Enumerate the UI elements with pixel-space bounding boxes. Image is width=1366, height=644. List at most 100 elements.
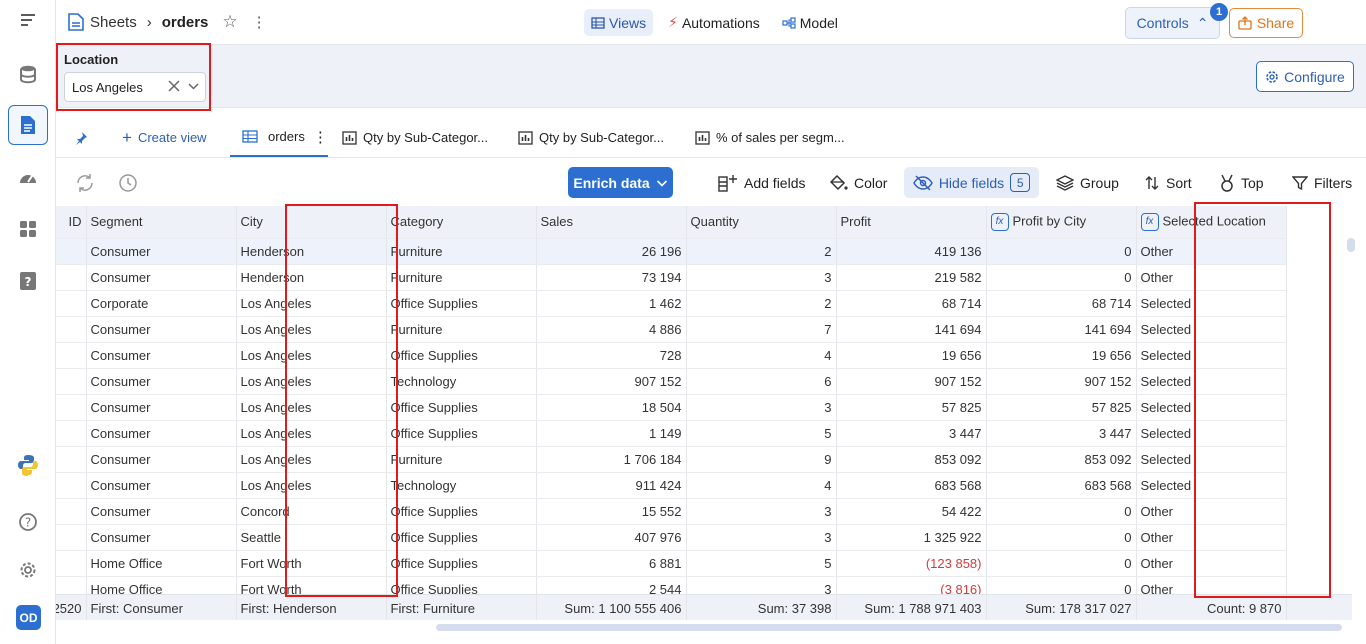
tab-orders[interactable]: orders ⋮	[230, 118, 328, 157]
settings-icon[interactable]	[8, 550, 48, 590]
cell-id[interactable]	[56, 524, 87, 551]
hide-fields-button[interactable]: Hide fields 5	[904, 167, 1039, 198]
cell-selected-location[interactable]: Selected	[1136, 472, 1287, 499]
create-view-button[interactable]: + Create view	[122, 118, 207, 157]
cell-segment[interactable]: Consumer	[86, 342, 237, 369]
cell-sales[interactable]: 907 152	[536, 368, 687, 395]
cell-segment[interactable]: Consumer	[86, 472, 237, 499]
cell-city[interactable]: Los Angeles	[236, 446, 387, 473]
cell-sales[interactable]: 911 424	[536, 472, 687, 499]
cell-profit[interactable]: 683 568	[836, 472, 987, 499]
cell-profit[interactable]: 68 714	[836, 290, 987, 317]
cell-profit-by-city[interactable]: 0	[986, 550, 1137, 577]
cell-segment[interactable]: Consumer	[86, 498, 237, 525]
cell-sales[interactable]: 1 149	[536, 420, 687, 447]
cell-profit-by-city[interactable]: 0	[986, 264, 1137, 291]
color-button[interactable]: Color	[830, 167, 887, 198]
column-header-sales[interactable]: Sales	[536, 206, 687, 239]
cell-id[interactable]	[56, 472, 87, 499]
cell-segment[interactable]: Consumer	[86, 368, 237, 395]
tab-qty-by-sub-category-2[interactable]: Qty by Sub-Categor...	[518, 118, 664, 157]
cell-quantity[interactable]: 2	[686, 238, 837, 265]
pin-icon[interactable]	[74, 118, 88, 157]
footer-segment[interactable]: First: Consumer	[86, 595, 237, 620]
cell-selected-location[interactable]: Selected	[1136, 342, 1287, 369]
cell-profit-by-city[interactable]: 907 152	[986, 368, 1137, 395]
cell-city[interactable]: Fort Worth	[236, 550, 387, 577]
cell-segment[interactable]: Consumer	[86, 394, 237, 421]
cell-profit[interactable]: 57 825	[836, 394, 987, 421]
cell-profit-by-city[interactable]: 3 447	[986, 420, 1137, 447]
cell-category[interactable]: Office Supplies	[386, 550, 537, 577]
column-header-selected-location[interactable]: fx Selected Location	[1136, 206, 1287, 239]
tab-sales-per-segment[interactable]: % of sales per segm...	[695, 118, 845, 157]
database-icon[interactable]	[8, 54, 48, 94]
cell-sales[interactable]: 73 194	[536, 264, 687, 291]
cell-category[interactable]: Furniture	[386, 238, 537, 265]
cell-profit-by-city[interactable]: 0	[986, 238, 1137, 265]
cell-category[interactable]: Office Supplies	[386, 290, 537, 317]
cell-sales[interactable]: 6 881	[536, 550, 687, 577]
cell-id[interactable]	[56, 342, 87, 369]
cell-sales[interactable]: 18 504	[536, 394, 687, 421]
cell-sales[interactable]: 26 196	[536, 238, 687, 265]
cell-id[interactable]	[56, 446, 87, 473]
cell-segment[interactable]: Consumer	[86, 446, 237, 473]
cell-id[interactable]	[56, 498, 87, 525]
cell-city[interactable]: Los Angeles	[236, 472, 387, 499]
cell-segment[interactable]: Consumer	[86, 420, 237, 447]
cell-sales[interactable]: 4 886	[536, 316, 687, 343]
cell-category[interactable]: Technology	[386, 368, 537, 395]
table-row[interactable]: Consumer Los Angeles Office Supplies 728 4 19…	[56, 342, 1287, 369]
cell-selected-location[interactable]: Selected	[1136, 316, 1287, 343]
cell-selected-location[interactable]: Other	[1136, 264, 1287, 291]
footer-category[interactable]: First: Furniture	[386, 595, 537, 620]
cell-profit-by-city[interactable]: 853 092	[986, 446, 1137, 473]
column-header-id[interactable]: ID	[56, 206, 87, 239]
history-icon[interactable]	[118, 167, 138, 198]
cell-profit-by-city[interactable]: 68 714	[986, 290, 1137, 317]
cell-segment[interactable]: Consumer	[86, 316, 237, 343]
cell-city[interactable]: Concord	[236, 498, 387, 525]
cell-profit[interactable]: 1 325 922	[836, 524, 987, 551]
cell-sales[interactable]: 1 706 184	[536, 446, 687, 473]
cell-profit[interactable]: 19 656	[836, 342, 987, 369]
cell-category[interactable]: Office Supplies	[386, 498, 537, 525]
cell-city[interactable]: Henderson	[236, 264, 387, 291]
cell-quantity[interactable]: 7	[686, 316, 837, 343]
help-circle-icon[interactable]: ?	[8, 502, 48, 542]
cell-selected-location[interactable]: Selected	[1136, 446, 1287, 473]
cell-segment[interactable]: Corporate	[86, 290, 237, 317]
cell-profit-by-city[interactable]: 0	[986, 498, 1137, 525]
cell-quantity[interactable]: 9	[686, 446, 837, 473]
dashboard-icon[interactable]	[8, 157, 48, 197]
cell-selected-location[interactable]: Selected	[1136, 368, 1287, 395]
table-row[interactable]: Consumer Los Angeles Furniture 4 886 7 141 69…	[56, 316, 1287, 343]
cell-city[interactable]: Los Angeles	[236, 368, 387, 395]
cell-city[interactable]: Seattle	[236, 524, 387, 551]
table-row[interactable]: Home Office Fort Worth Office Supplies 6 88…	[56, 550, 1287, 577]
table-row[interactable]: Consumer Los Angeles Furniture 1 706 184 9 85…	[56, 446, 1287, 473]
cell-profit-by-city[interactable]: 141 694	[986, 316, 1137, 343]
cell-id[interactable]	[56, 264, 87, 291]
share-button[interactable]: Share	[1229, 8, 1303, 38]
cell-city[interactable]: Los Angeles	[236, 342, 387, 369]
table-row[interactable]: Consumer Los Angeles Office Supplies 18 504…	[56, 394, 1287, 421]
cell-quantity[interactable]: 5	[686, 550, 837, 577]
table-row[interactable]: Consumer Seattle Office Supplies 407 976 3 1 …	[56, 524, 1287, 551]
footer-city[interactable]: First: Henderson	[236, 595, 387, 620]
footer-quantity[interactable]: Sum: 37 398	[686, 595, 837, 620]
cell-quantity[interactable]: 3	[686, 264, 837, 291]
cell-quantity[interactable]: 4	[686, 472, 837, 499]
document-icon[interactable]	[8, 105, 48, 145]
cell-profit-by-city[interactable]: 683 568	[986, 472, 1137, 499]
table-row[interactable]: Consumer Concord Office Supplies 15 552 3 54 …	[56, 498, 1287, 525]
cell-id[interactable]	[56, 550, 87, 577]
table-row[interactable]: Consumer Henderson Furniture 26 196 2 419 136…	[56, 238, 1287, 265]
cell-category[interactable]: Office Supplies	[386, 394, 537, 421]
cell-selected-location[interactable]: Selected	[1136, 420, 1287, 447]
vertical-scrollbar[interactable]	[1347, 238, 1355, 252]
nav-views[interactable]: Views	[584, 9, 654, 36]
cell-profit[interactable]: 54 422	[836, 498, 987, 525]
cell-category[interactable]: Furniture	[386, 446, 537, 473]
